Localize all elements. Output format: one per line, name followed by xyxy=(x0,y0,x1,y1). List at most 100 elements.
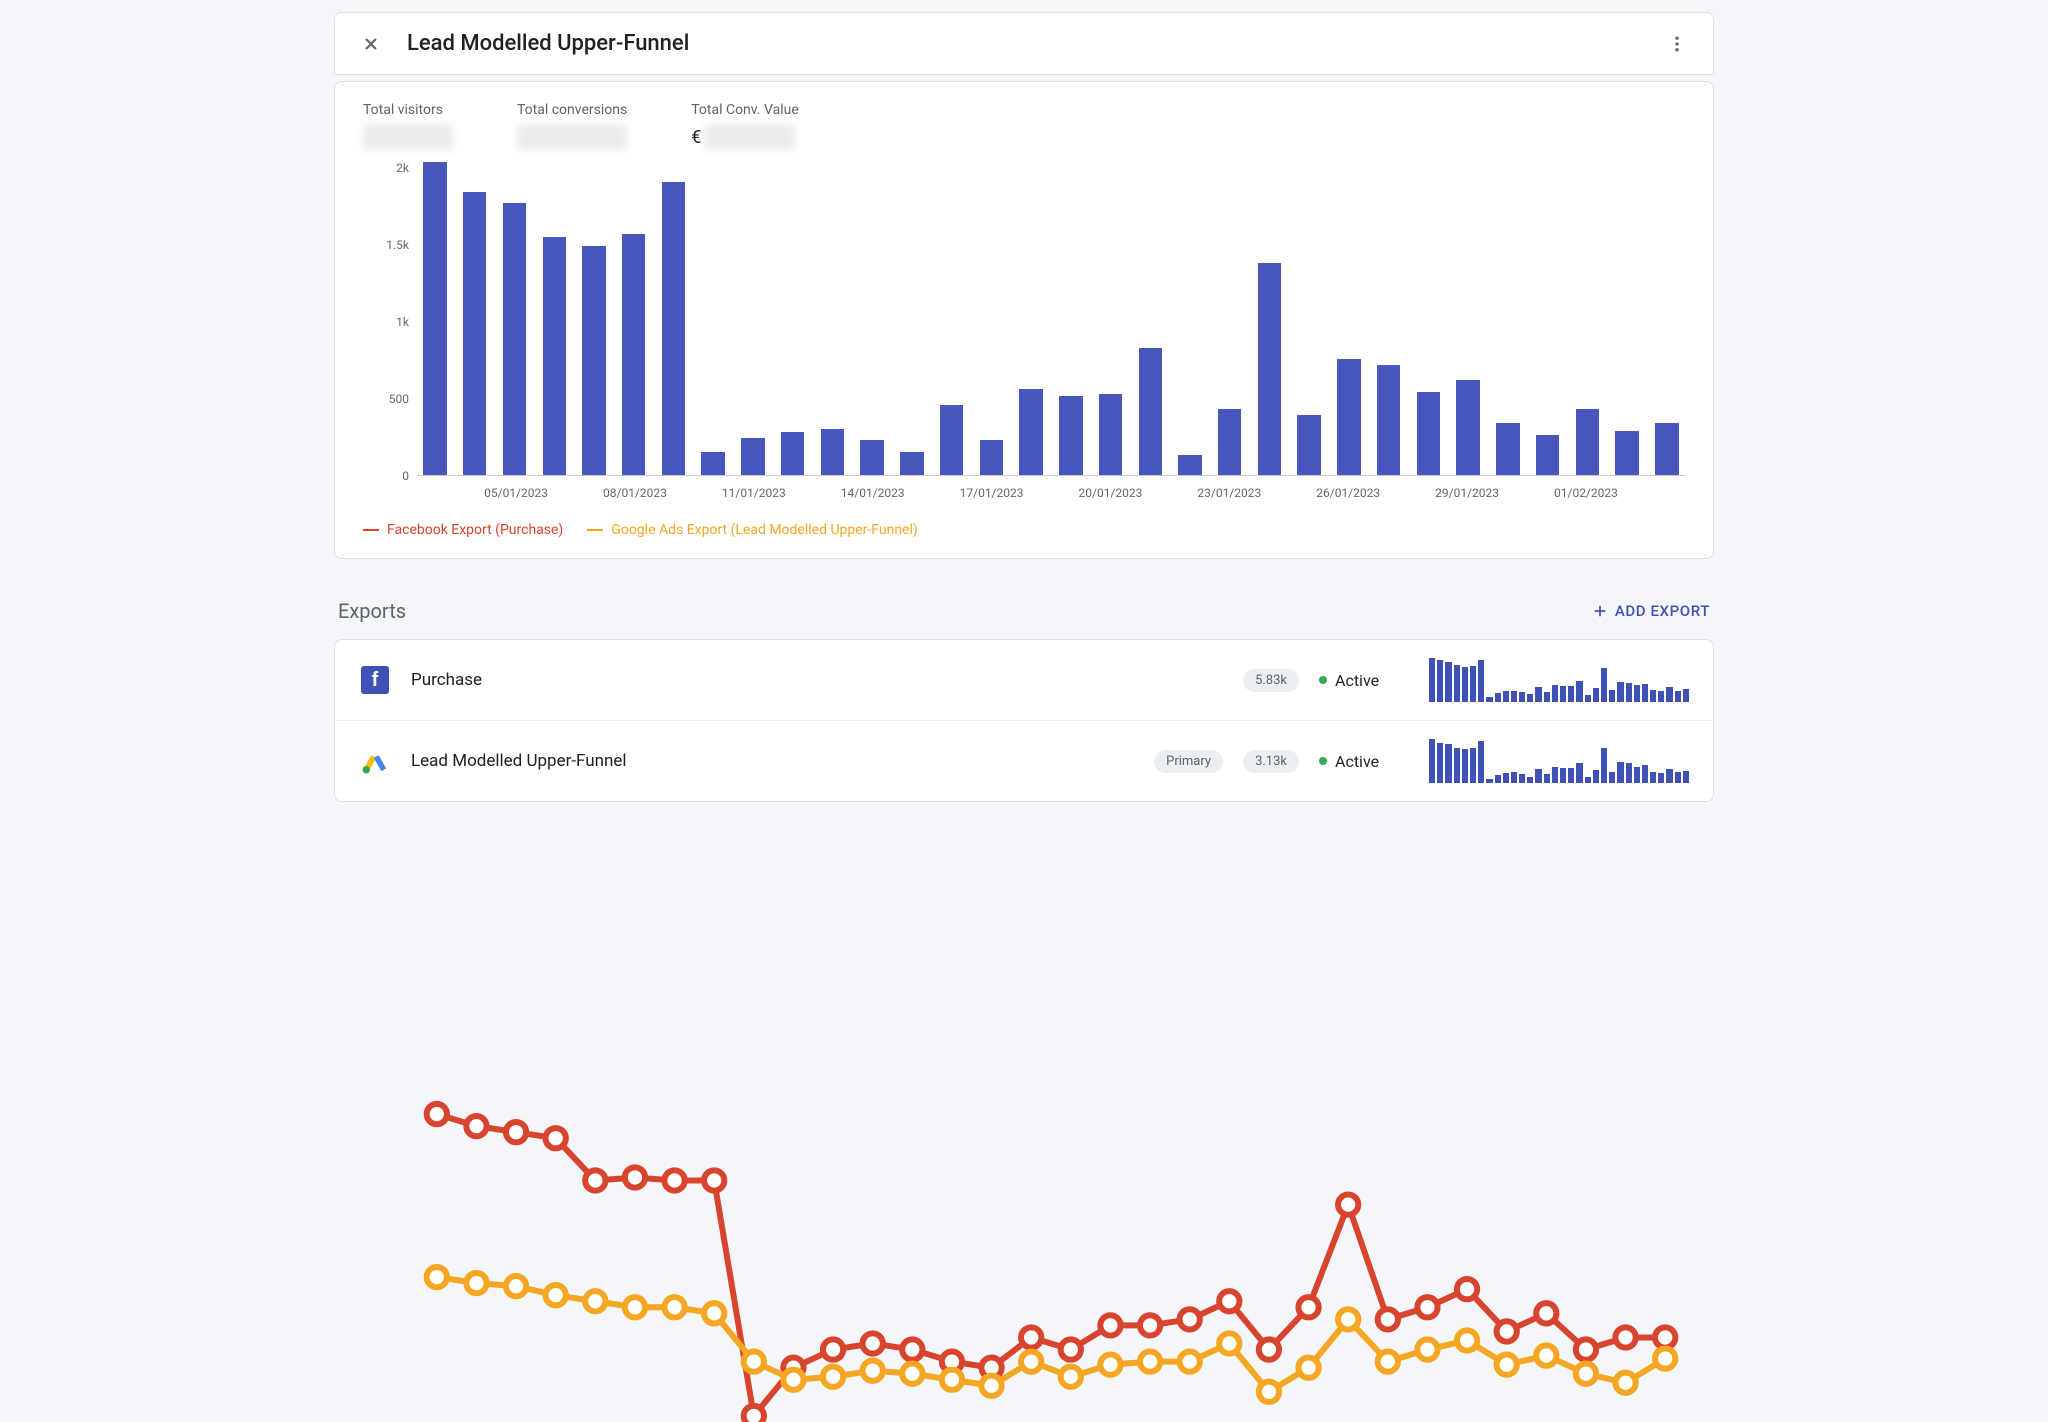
data-point xyxy=(1259,1339,1279,1359)
data-point xyxy=(1338,1309,1358,1329)
data-point xyxy=(1615,1327,1635,1347)
data-point xyxy=(1298,1297,1318,1317)
y-tick: 1.5k xyxy=(363,238,409,252)
x-tick: 01/02/2023 xyxy=(1554,486,1618,500)
y-axis: 05001k1.5k2k xyxy=(363,154,409,476)
close-button[interactable] xyxy=(359,32,383,56)
page-title: Lead Modelled Upper-Funnel xyxy=(407,31,1665,56)
data-point xyxy=(1655,1327,1675,1347)
data-point xyxy=(902,1339,922,1359)
data-point xyxy=(744,1406,764,1422)
data-point xyxy=(902,1364,922,1384)
y-tick: 0 xyxy=(363,469,409,483)
plot-area xyxy=(417,154,1685,476)
data-point xyxy=(585,1170,605,1190)
chart-card: Total visitors Total conversions Total C… xyxy=(334,81,1714,559)
more-menu-button[interactable] xyxy=(1665,32,1689,56)
x-tick: 20/01/2023 xyxy=(1079,486,1143,500)
data-point xyxy=(625,1297,645,1317)
data-point xyxy=(744,1351,764,1371)
data-point xyxy=(1497,1354,1517,1374)
data-point xyxy=(1576,1339,1596,1359)
data-point xyxy=(1140,1351,1160,1371)
data-point xyxy=(1061,1367,1081,1387)
x-tick: 08/01/2023 xyxy=(603,486,667,500)
more-vertical-icon xyxy=(1667,34,1687,54)
exports-heading: Exports xyxy=(338,599,406,623)
x-tick: 26/01/2023 xyxy=(1316,486,1380,500)
data-point xyxy=(1417,1339,1437,1359)
data-point xyxy=(863,1333,883,1353)
data-point xyxy=(1497,1321,1517,1341)
data-point xyxy=(1338,1194,1358,1214)
data-point xyxy=(1219,1333,1239,1353)
y-tick: 2k xyxy=(363,161,409,175)
data-point xyxy=(704,1170,724,1190)
close-icon xyxy=(361,34,381,54)
stat-value-redacted xyxy=(363,124,453,150)
data-point xyxy=(546,1128,566,1148)
data-point xyxy=(823,1339,843,1359)
data-point xyxy=(981,1376,1001,1396)
x-tick: 05/01/2023 xyxy=(484,486,548,500)
stat-visitors: Total visitors xyxy=(363,102,453,150)
data-point xyxy=(664,1297,684,1317)
stat-conversions: Total conversions xyxy=(517,102,627,150)
data-point xyxy=(1417,1297,1437,1317)
data-point xyxy=(1180,1309,1200,1329)
line xyxy=(437,1277,1665,1392)
data-point xyxy=(1536,1303,1556,1323)
data-point xyxy=(1536,1345,1556,1365)
currency-symbol: € xyxy=(691,127,701,148)
x-tick: 17/01/2023 xyxy=(960,486,1024,500)
stat-label: Total visitors xyxy=(363,102,453,118)
data-point xyxy=(1378,1351,1398,1371)
facebook-icon: f xyxy=(359,664,391,696)
data-point xyxy=(427,1267,447,1287)
google-ads-icon xyxy=(359,745,391,777)
data-point xyxy=(1021,1327,1041,1347)
data-point xyxy=(1457,1279,1477,1299)
data-point xyxy=(1378,1309,1398,1329)
x-tick: 23/01/2023 xyxy=(1197,486,1261,500)
data-point xyxy=(1140,1315,1160,1335)
data-point xyxy=(1259,1382,1279,1402)
data-point xyxy=(1180,1351,1200,1371)
data-point xyxy=(506,1276,526,1296)
stats-row: Total visitors Total conversions Total C… xyxy=(363,102,1685,150)
x-axis: 05/01/202308/01/202311/01/202314/01/2023… xyxy=(417,480,1685,514)
data-point xyxy=(823,1367,843,1387)
data-point xyxy=(1615,1373,1635,1393)
data-point xyxy=(942,1370,962,1390)
dialog-header: Lead Modelled Upper-Funnel xyxy=(334,12,1714,75)
data-point xyxy=(1100,1354,1120,1374)
data-point xyxy=(585,1291,605,1311)
data-point xyxy=(1298,1358,1318,1378)
stat-label: Total Conv. Value xyxy=(691,102,799,118)
stat-conv-value: Total Conv. Value € xyxy=(691,102,799,150)
data-point xyxy=(1061,1339,1081,1359)
data-point xyxy=(1655,1348,1675,1368)
stat-value-redacted xyxy=(705,124,795,150)
x-tick: 29/01/2023 xyxy=(1435,486,1499,500)
data-point xyxy=(664,1170,684,1190)
data-point xyxy=(506,1122,526,1142)
data-point xyxy=(625,1167,645,1187)
data-point xyxy=(1576,1364,1596,1384)
data-point xyxy=(783,1370,803,1390)
data-point xyxy=(704,1303,724,1323)
data-point xyxy=(466,1116,486,1136)
line-series xyxy=(417,154,1685,1422)
y-tick: 500 xyxy=(363,392,409,406)
stat-value-redacted xyxy=(517,124,627,150)
data-point xyxy=(1457,1330,1477,1350)
chart: 05001k1.5k2k 05/01/202308/01/202311/01/2… xyxy=(363,154,1685,514)
x-tick: 14/01/2023 xyxy=(841,486,905,500)
data-point xyxy=(1219,1291,1239,1311)
stat-label: Total conversions xyxy=(517,102,627,118)
data-point xyxy=(863,1361,883,1381)
data-point xyxy=(546,1285,566,1305)
data-point xyxy=(1100,1315,1120,1335)
y-tick: 1k xyxy=(363,315,409,329)
data-point xyxy=(1021,1351,1041,1371)
